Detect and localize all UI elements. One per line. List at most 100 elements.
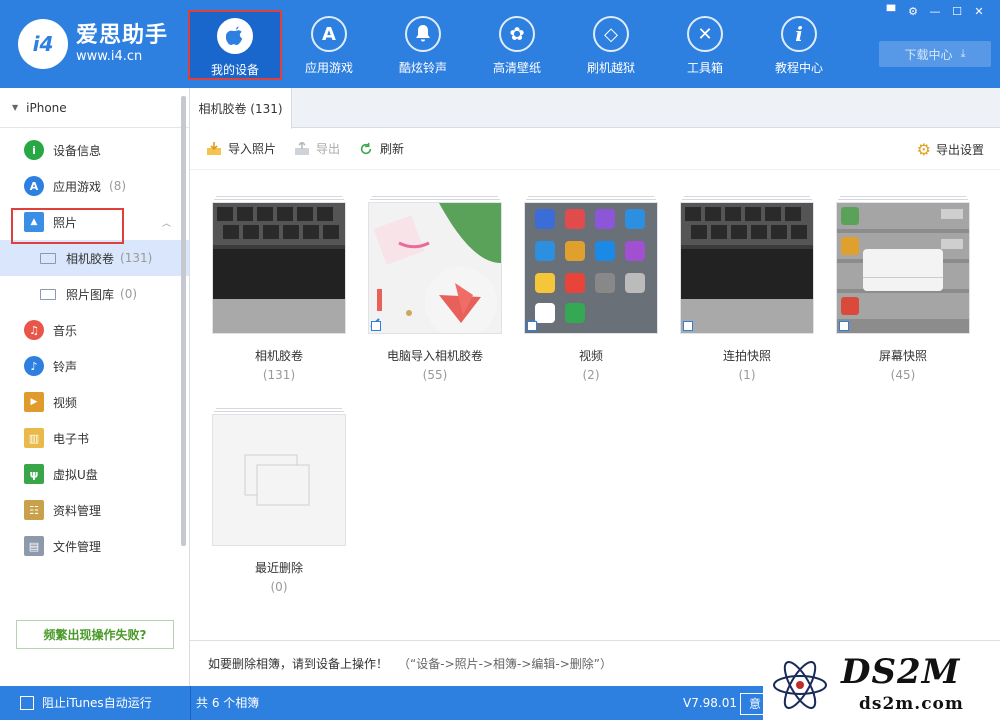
block-itunes-label[interactable]: 阻止iTunes自动运行	[42, 686, 152, 720]
help-button[interactable]: 频繁出现操作失败?	[16, 620, 174, 649]
album-count: (131)	[262, 368, 296, 382]
sidebar-item-ringtones[interactable]: ♪ 铃声	[0, 348, 189, 384]
device-header[interactable]: ▼ iPhone	[0, 88, 189, 128]
gear-icon[interactable]: ⚙	[902, 4, 924, 20]
refresh-icon	[360, 142, 372, 154]
nav-flash-jailbreak[interactable]: ◇ 刷机越狱	[564, 10, 658, 80]
sidebar-item-files[interactable]: ▤ 文件管理	[0, 528, 189, 564]
album-total: 共 6 个相簿	[196, 696, 260, 710]
version-label: V7.98.01	[683, 696, 738, 710]
album-camera-roll[interactable]: 相机胶卷 (131)	[212, 196, 346, 382]
watermark-title: DS2M	[841, 652, 961, 692]
album-title: 视频	[578, 349, 603, 363]
album-thumbnail	[680, 202, 814, 334]
download-arrow-icon: ⤓	[960, 47, 966, 60]
album-count: (0)	[270, 580, 288, 594]
album-thumbnail	[368, 202, 502, 334]
sidebar-item-label: 虚拟U盘	[53, 467, 98, 482]
export-icon	[295, 141, 310, 155]
top-bar: i4 爱思助手 www.i4.cn 我的设备 A 应用游戏 酷炫铃声 ✿ 高清壁…	[0, 0, 1000, 88]
sidebar-subitem-photo-library[interactable]: 照片图库 (0)	[0, 276, 189, 312]
export-settings-label: 导出设置	[935, 142, 984, 157]
photos-highlight-box	[11, 208, 124, 244]
album-recently-deleted[interactable]: 最近删除 (0)	[212, 408, 346, 594]
sidebar-subitem-camera-roll[interactable]: 相机胶卷 (131)	[0, 240, 189, 276]
shortcut-icon	[683, 321, 693, 331]
sidebar-item-contacts[interactable]: ☷ 资料管理	[0, 492, 189, 528]
sidebar-subitem-label: 相机胶卷	[66, 251, 115, 266]
sidebar-scrollbar[interactable]	[181, 96, 186, 546]
close-icon[interactable]: ✕	[968, 4, 990, 20]
download-center-button[interactable]: 下载中心 ⤓	[879, 41, 991, 67]
sidebar-item-label: 铃声	[53, 359, 78, 374]
sidebar-item-label: 文件管理	[53, 539, 102, 554]
expand-triangle-icon: ▼	[12, 103, 19, 112]
hint-main: 如要删除相簿，请到设备上操作！	[208, 657, 389, 671]
sidebar-item-apps[interactable]: A 应用游戏 (8)	[0, 168, 189, 204]
sidebar-item-device-info[interactable]: i 设备信息	[0, 132, 189, 168]
watermark-url: ds2m.com	[859, 694, 964, 714]
tools-icon: ✕	[687, 16, 723, 52]
hint-sub: （“设备->照片->相簿->编辑->删除”）	[398, 657, 612, 671]
tab-bar: 相机胶卷 (131)	[190, 88, 1000, 129]
sidebar-item-music[interactable]: ♫ 音乐	[0, 312, 189, 348]
maximize-icon[interactable]: ☐	[946, 4, 968, 20]
album-title: 最近删除	[254, 561, 303, 575]
album-thumbnail	[524, 202, 658, 334]
sidebar-item-label: 视频	[53, 395, 78, 410]
shirt-icon[interactable]: ▀	[880, 4, 902, 20]
nav-label: 工具箱	[686, 61, 723, 75]
album-count: (45)	[890, 368, 916, 382]
album-videos[interactable]: 视频 (2)	[524, 196, 658, 382]
album-bursts[interactable]: 连拍快照 (1)	[680, 196, 814, 382]
bell-icon	[405, 16, 441, 52]
album-count: (1)	[738, 368, 756, 382]
watermark: DS2M ds2m.com	[763, 650, 1000, 720]
logo-name: 爱思助手	[76, 23, 169, 48]
album-icon	[40, 252, 56, 264]
nav-ringtones[interactable]: 酷炫铃声	[376, 10, 470, 80]
download-center-label: 下载中心	[904, 47, 953, 62]
tab-camera-roll[interactable]: 相机胶卷 (131)	[190, 88, 292, 129]
sidebar-menu: i 设备信息 A 应用游戏 (8) ▲ 照片 ︿ 相机胶卷 (131) 照片图库	[0, 128, 189, 564]
sidebar-item-video[interactable]: ▶ 视频	[0, 384, 189, 420]
album-title: 电脑导入相机胶卷	[386, 349, 483, 363]
sidebar-item-usb[interactable]: ψ 虚拟U盘	[0, 456, 189, 492]
bell-icon: ♪	[24, 356, 44, 376]
window-controls: ▀ ⚙ — ☐ ✕	[880, 4, 990, 20]
export-button[interactable]: 导出	[294, 140, 340, 157]
nav-wallpapers[interactable]: ✿ 高清壁纸	[470, 10, 564, 80]
sidebar-item-label: 资料管理	[53, 503, 102, 518]
app-window: i4 爱思助手 www.i4.cn 我的设备 A 应用游戏 酷炫铃声 ✿ 高清壁…	[0, 0, 1000, 720]
main-nav: 我的设备 A 应用游戏 酷炫铃声 ✿ 高清壁纸 ◇ 刷机越狱 ✕ 工具箱 i 教…	[188, 10, 846, 80]
minimize-icon[interactable]: —	[924, 4, 946, 20]
app-store-icon: A	[311, 16, 347, 52]
atom-logo-icon	[773, 661, 827, 709]
sidebar-subitem-count: (131)	[120, 251, 153, 265]
sidebar-item-ebooks[interactable]: ▥ 电子书	[0, 420, 189, 456]
block-itunes-checkbox[interactable]	[20, 696, 34, 710]
nav-toolbox[interactable]: ✕ 工具箱	[658, 10, 752, 80]
sidebar-item-label: 应用游戏	[53, 179, 102, 194]
nav-apps-games[interactable]: A 应用游戏	[282, 10, 376, 80]
album-screenshots[interactable]: 屏幕快照 (45)	[836, 196, 970, 382]
video-icon: ▶	[24, 392, 44, 412]
export-settings-button[interactable]: ⚙ 导出设置	[917, 128, 984, 170]
nav-my-device[interactable]: 我的设备	[188, 10, 282, 80]
nav-label: 高清壁纸	[492, 61, 541, 75]
logo: i4 爱思助手 www.i4.cn	[18, 18, 168, 70]
import-label: 导入照片	[228, 142, 277, 156]
contacts-icon: ☷	[24, 500, 44, 520]
logo-url: www.i4.cn	[76, 49, 143, 64]
album-title: 连拍快照	[722, 349, 771, 363]
album-title: 屏幕快照	[878, 349, 927, 363]
nav-tutorials[interactable]: i 教程中心	[752, 10, 846, 80]
album-thumbnail	[836, 202, 970, 334]
sidebar: ▼ iPhone i 设备信息 A 应用游戏 (8) ▲ 照片 ︿ 相机胶卷 (…	[0, 88, 190, 686]
refresh-button[interactable]: 刷新	[358, 140, 404, 157]
album-pc-imported[interactable]: 电脑导入相机胶卷 (55)	[368, 196, 502, 382]
collapse-icon[interactable]: ︿	[162, 216, 171, 229]
album-title: 相机胶卷	[254, 349, 303, 363]
album-count: (55)	[422, 368, 448, 382]
import-photos-button[interactable]: 导入照片	[206, 140, 276, 157]
